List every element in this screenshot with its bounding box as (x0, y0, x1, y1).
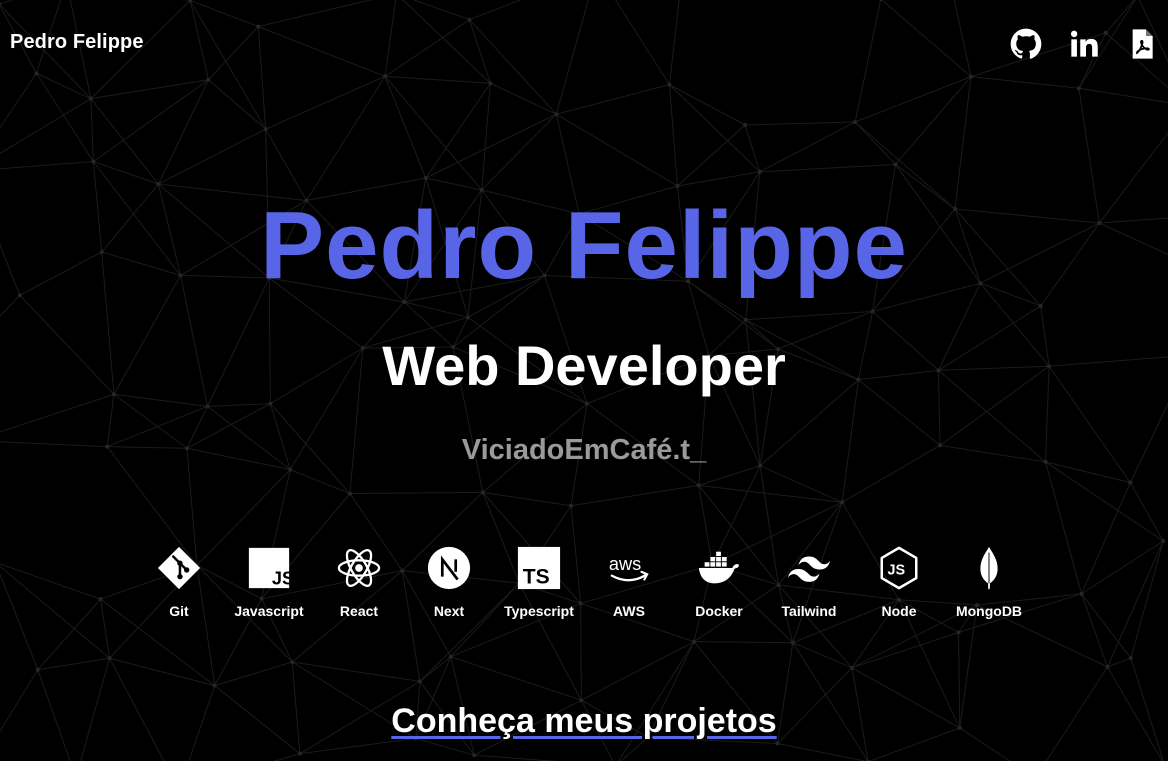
github-icon (1010, 28, 1042, 59)
docker-icon (696, 545, 742, 591)
skill-label: Docker (695, 603, 743, 619)
skill-label: AWS (613, 603, 645, 619)
page: Pedro Felippe Pedro Felippe Web Develope… (0, 0, 1168, 761)
svg-text:JS: JS (272, 568, 292, 588)
skill-react: React (315, 545, 403, 619)
pdf-icon (1132, 29, 1153, 59)
skill-label: MongoDB (955, 603, 1023, 619)
skill-javascript: JS Javascript (225, 545, 313, 619)
skill-label: Next (433, 603, 465, 619)
projects-link[interactable]: Conheça meus projetos (391, 702, 776, 740)
skill-label: Tailwind (781, 603, 837, 619)
svg-text:aws: aws (609, 554, 641, 574)
skill-node: JS Node (855, 545, 943, 619)
mongodb-icon (966, 545, 1012, 591)
brand-link[interactable]: Pedro Felippe (10, 31, 144, 54)
typescript-icon: TS (516, 545, 562, 591)
social-links (1008, 28, 1160, 60)
skill-label: Git (169, 603, 189, 619)
linkedin-link[interactable] (1066, 28, 1102, 60)
linkedin-icon (1070, 30, 1098, 57)
hero-name: Pedro Felippe (260, 192, 908, 299)
skills-list: Git JS Javascript React Next TS Typescri… (0, 545, 1168, 619)
git-icon (156, 545, 202, 591)
skill-next: Next (405, 545, 493, 619)
resume-pdf-link[interactable] (1124, 28, 1160, 60)
nodejs-icon: JS (876, 545, 922, 591)
tailwind-icon (786, 545, 832, 591)
github-link[interactable] (1008, 28, 1044, 60)
react-icon (336, 545, 382, 591)
skill-label: Typescript (504, 603, 574, 619)
typing-text: ViciadoEmCafé.t_ (461, 434, 707, 466)
cta-container: Conheça meus projetos (0, 702, 1168, 741)
skill-typescript: TS Typescript (495, 545, 583, 619)
hero-role: Web Developer (382, 334, 786, 397)
skill-aws: aws AWS (585, 545, 673, 619)
svg-text:TS: TS (523, 565, 550, 588)
svg-text:JS: JS (888, 563, 906, 579)
javascript-icon: JS (246, 545, 292, 591)
skill-mongodb: MongoDB (945, 545, 1033, 619)
skill-docker: Docker (675, 545, 763, 619)
skill-label: React (339, 603, 379, 619)
skill-git: Git (135, 545, 223, 619)
aws-icon: aws (606, 545, 652, 591)
nextjs-icon (426, 545, 472, 591)
skill-tailwind: Tailwind (765, 545, 853, 619)
skill-label: Javascript (234, 603, 304, 619)
skill-label: Node (881, 603, 917, 619)
